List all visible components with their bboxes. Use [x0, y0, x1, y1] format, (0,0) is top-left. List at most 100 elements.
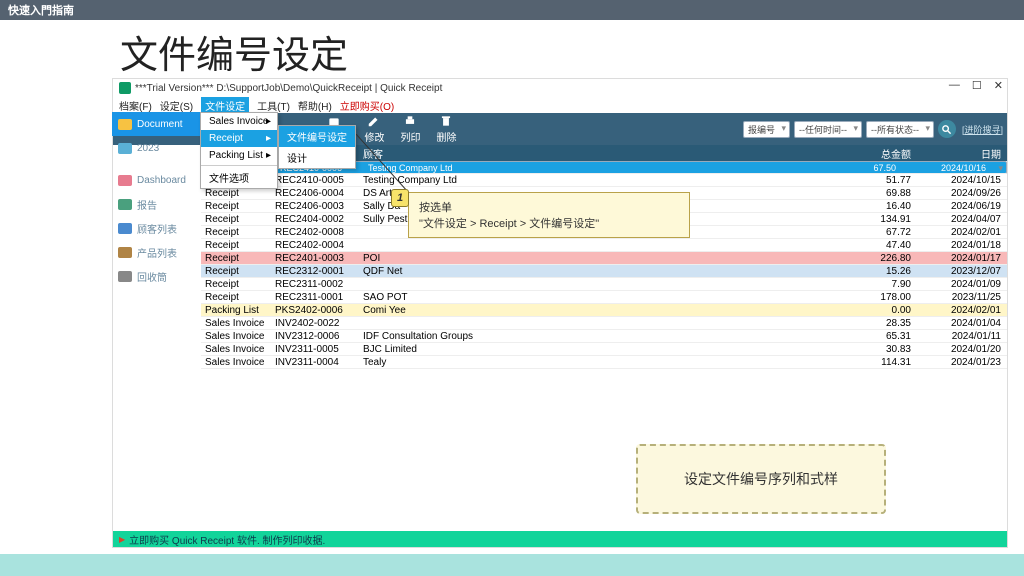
- cell-type: Receipt: [201, 227, 275, 238]
- cell-date: 2024/02/01: [917, 305, 1007, 316]
- cell-type: Packing List: [201, 305, 275, 316]
- sidebar-item-products[interactable]: 产品列表: [112, 240, 200, 264]
- table-row[interactable]: ReceiptREC2311-0001SAO POT178.002023/11/…: [201, 291, 1007, 304]
- cell-amount: 67.72: [803, 227, 917, 238]
- cell-amount: 134.91: [803, 214, 917, 225]
- edit-button[interactable]: 修改: [356, 112, 392, 146]
- search-button[interactable]: [938, 120, 956, 138]
- col-date[interactable]: 日期: [917, 146, 1007, 161]
- cell-date: 2024/01/04: [917, 318, 1007, 329]
- cell-date: 2024/10/16: [902, 163, 992, 173]
- minimize-button[interactable]: —: [949, 79, 960, 92]
- col-customer[interactable]: 顾客: [363, 146, 803, 161]
- cell-number: REC2312-0001: [275, 266, 363, 277]
- dropdown-item-sales-invoice[interactable]: Sales Invoice▸: [201, 113, 277, 130]
- cell-type: Sales Invoice: [201, 357, 275, 368]
- dropdown-item-file-options[interactable]: 文件选项: [201, 167, 277, 188]
- maximize-button[interactable]: ☐: [972, 79, 982, 92]
- sidebar-item-document[interactable]: Document: [112, 112, 200, 136]
- cell-number: INV2311-0005: [275, 344, 363, 355]
- col-amount[interactable]: 总金额: [803, 146, 917, 161]
- cell-type: Sales Invoice: [201, 331, 275, 342]
- dropdown-separator: [201, 165, 277, 166]
- chevron-right-icon: ▸: [266, 150, 271, 161]
- page-footer: [0, 554, 1024, 576]
- people-icon: [118, 223, 132, 234]
- menu-doc-settings[interactable]: 文件设定: [201, 97, 249, 114]
- cell-number: REC2311-0002: [275, 279, 363, 290]
- cell-date: 2024/02/01: [917, 227, 1007, 238]
- dropdown-item-packing-list[interactable]: Packing List▸: [201, 147, 277, 164]
- cell-date: 2024/04/07: [917, 214, 1007, 225]
- dropdown-item-receipt[interactable]: Receipt▸: [201, 130, 277, 147]
- annotation-note: 设定文件编号序列和式样: [636, 444, 886, 514]
- submenu-item-design[interactable]: 设计: [279, 147, 355, 168]
- sidebar-item-dashboard[interactable]: Dashboard: [112, 168, 200, 192]
- sidebar-item-trash[interactable]: 回收筒: [112, 264, 200, 288]
- table-row[interactable]: ReceiptREC2401-0003POI226.802024/01/17: [201, 252, 1007, 265]
- table-row[interactable]: ReceiptREC2312-0001QDF Net15.262023/12/0…: [201, 265, 1007, 278]
- cell-customer: Testing Company Ltd: [368, 163, 788, 173]
- sidebar-label: 产品列表: [137, 245, 177, 260]
- callout-line2: "文件设定 > Receipt > 文件编号设定": [419, 215, 679, 231]
- callout-box: 1 按选单 "文件设定 > Receipt > 文件编号设定": [408, 192, 690, 238]
- cell-type: Receipt: [201, 214, 275, 225]
- dashboard-icon: [118, 175, 132, 186]
- trash-icon: [439, 114, 453, 128]
- menu-settings[interactable]: 设定(S): [160, 98, 193, 113]
- status-text: 立即购买 Quick Receipt 软件. 制作列印收据.: [129, 532, 325, 547]
- cell-number: REC2410-0005: [275, 175, 363, 186]
- cell-date: 2024/01/09: [917, 279, 1007, 290]
- cell-number: REC2401-0003: [275, 253, 363, 264]
- menu-help[interactable]: 帮助(H): [298, 98, 332, 113]
- advanced-search-link[interactable]: [进阶搜寻]: [962, 123, 1003, 136]
- menu-tools[interactable]: 工具(T): [257, 98, 290, 113]
- cell-amount: 51.77: [803, 175, 917, 186]
- sidebar-item-customers[interactable]: 顾客列表: [112, 216, 200, 240]
- cell-date: 2024/01/18: [917, 240, 1007, 251]
- menu-file[interactable]: 档案(F): [119, 98, 152, 113]
- folder-icon: [118, 143, 132, 154]
- cell-amount: 65.31: [803, 331, 917, 342]
- sidebar-label: Dashboard: [137, 175, 186, 186]
- cell-date: 2024/06/19: [917, 201, 1007, 212]
- printer-icon: [403, 114, 417, 128]
- table-row[interactable]: ReceiptREC2311-00027.902024/01/09: [201, 278, 1007, 291]
- table-row[interactable]: Sales InvoiceINV2312-0006IDF Consultatio…: [201, 330, 1007, 343]
- table-row[interactable]: Packing ListPKS2402-0006Comi Yee0.002024…: [201, 304, 1007, 317]
- cell-amount: 7.90: [803, 279, 917, 290]
- box-icon: [118, 247, 132, 258]
- table-row[interactable]: Sales InvoiceINV2311-0004Tealy114.312024…: [201, 356, 1007, 369]
- filter-time-select[interactable]: --任何时间--: [794, 121, 862, 138]
- menu-buy[interactable]: 立即购买(O): [340, 98, 394, 113]
- cell-amount: 28.35: [803, 318, 917, 329]
- menubar: 档案(F) 设定(S) 文件设定 工具(T) 帮助(H) 立即购买(O): [113, 97, 1007, 113]
- slide-header: 快速入門指南: [0, 0, 1024, 20]
- filter-status-select[interactable]: --所有状态--: [866, 121, 934, 138]
- table-row[interactable]: Sales InvoiceINV2402-002228.352024/01/04: [201, 317, 1007, 330]
- sidebar-label: 报告: [137, 197, 157, 212]
- cell-type: Sales Invoice: [201, 344, 275, 355]
- sidebar-item-2023[interactable]: 2023: [112, 136, 200, 160]
- delete-button[interactable]: 删除: [428, 112, 464, 146]
- sidebar-label: 顾客列表: [137, 221, 177, 236]
- cell-date: 2024/01/11: [917, 331, 1007, 342]
- sidebar-item-report[interactable]: 报告: [112, 192, 200, 216]
- cell-amount: 30.83: [803, 344, 917, 355]
- cell-amount: 15.26: [803, 266, 917, 277]
- dropdown-label: Receipt: [209, 133, 243, 144]
- statusbar[interactable]: 立即购买 Quick Receipt 软件. 制作列印收据.: [113, 531, 1007, 547]
- close-button[interactable]: ✕: [994, 79, 1003, 92]
- table-row[interactable]: ReceiptREC2410-0005Testing Company Ltd51…: [201, 174, 1007, 187]
- delete-label: 删除: [436, 129, 456, 144]
- print-button[interactable]: 列印: [392, 112, 428, 146]
- table-row[interactable]: ReceiptREC2402-000447.402024/01/18: [201, 239, 1007, 252]
- cell-number: REC2311-0001: [275, 292, 363, 303]
- cell-number: INV2402-0022: [275, 318, 363, 329]
- print-label: 列印: [400, 129, 420, 144]
- filter-number-select[interactable]: 报编号: [743, 121, 790, 138]
- table-row[interactable]: Sales InvoiceINV2311-0005BJC Limited30.8…: [201, 343, 1007, 356]
- submenu-item-number-setting[interactable]: 文件编号设定: [279, 126, 355, 147]
- sidebar-label: 2023: [137, 143, 159, 154]
- dropdown-label: Sales Invoice: [209, 116, 268, 127]
